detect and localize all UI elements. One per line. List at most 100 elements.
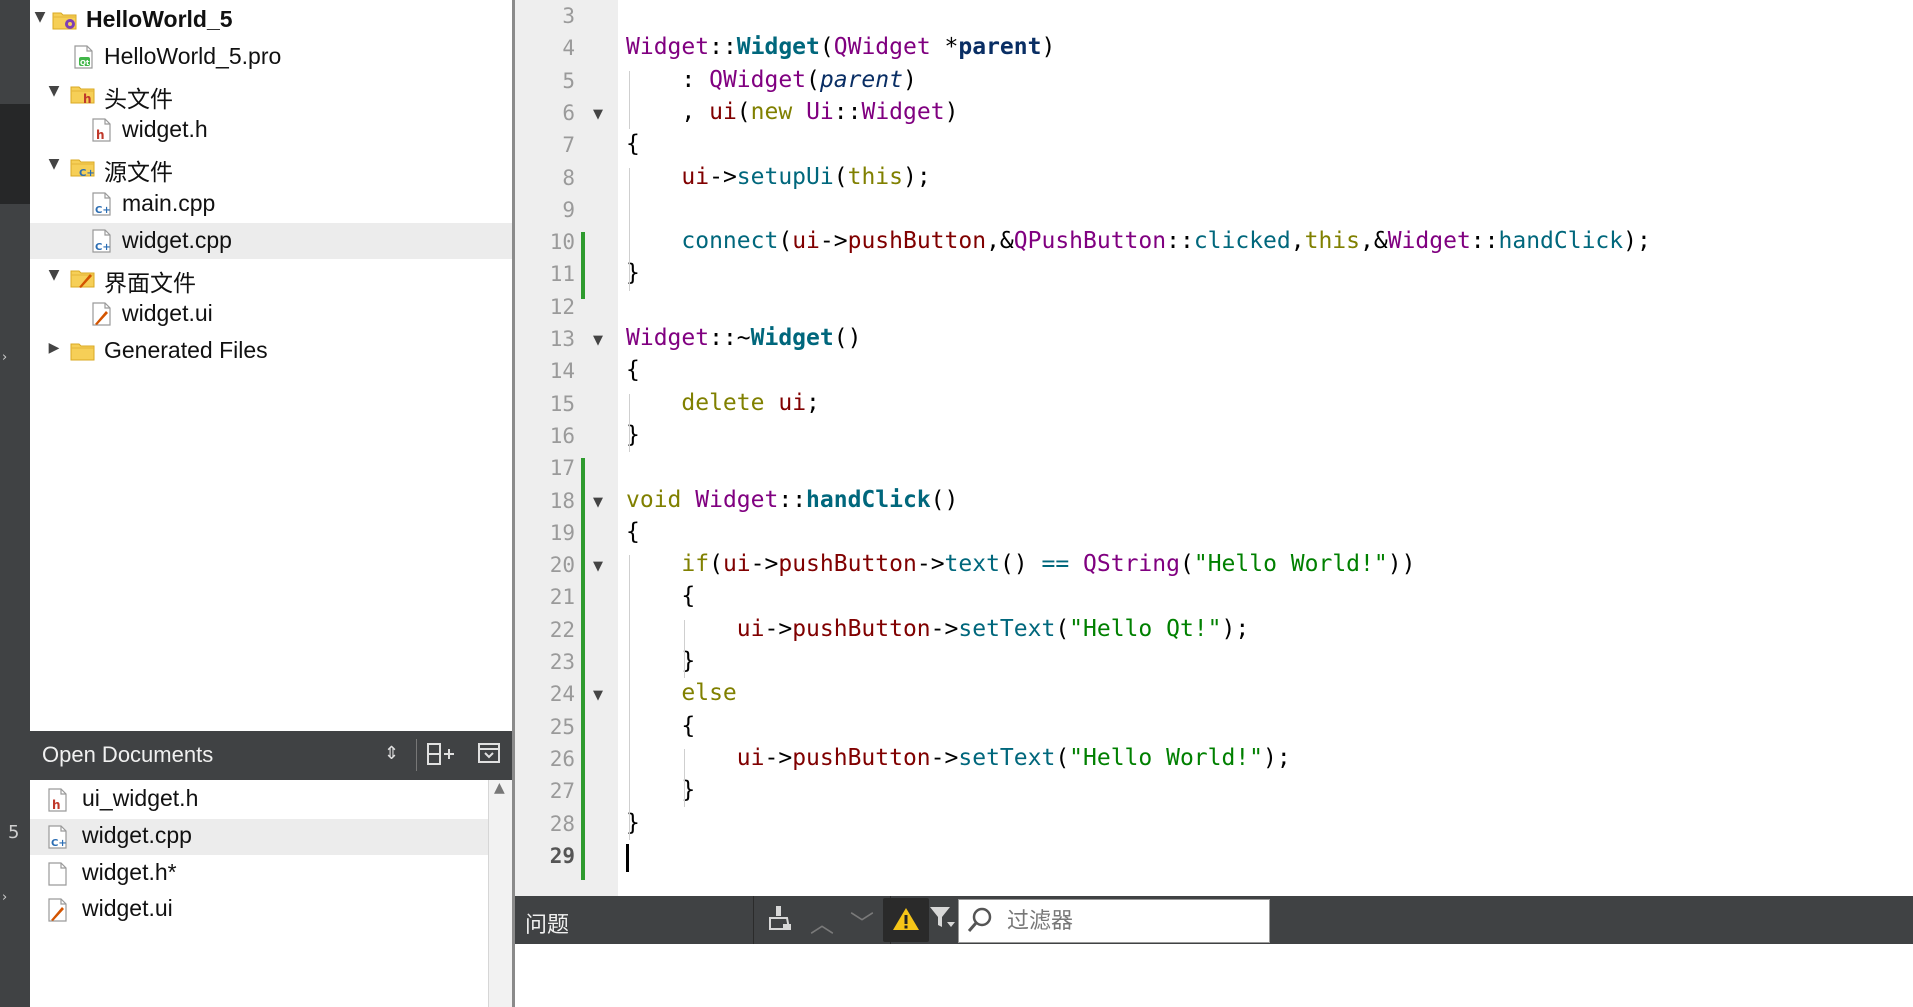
previous-icon[interactable]: ︿ bbox=[810, 904, 834, 939]
line-number: 9 bbox=[562, 197, 575, 222]
code-line[interactable]: : QWidget(parent) bbox=[626, 67, 916, 93]
collapse-arrow-icon[interactable]: ▼ bbox=[46, 83, 62, 99]
open-document-label: widget.cpp bbox=[82, 821, 192, 848]
code-line[interactable]: { bbox=[626, 519, 640, 545]
line-number: 24 bbox=[549, 682, 575, 707]
tree-item[interactable]: ▼ h 头文件 bbox=[30, 76, 512, 112]
collapse-arrow-icon[interactable]: ▼ bbox=[46, 156, 62, 172]
open-document-item[interactable]: widget.h* bbox=[30, 856, 488, 892]
open-documents-scrollbar[interactable]: ▲ bbox=[488, 780, 513, 1007]
filter-input[interactable] bbox=[1005, 906, 1259, 936]
mode-bar: › 5 › bbox=[0, 0, 30, 1007]
code-line[interactable]: void Widget::handClick() bbox=[626, 487, 958, 513]
code-token: ,& bbox=[986, 228, 1014, 255]
code-token: pushButton bbox=[792, 744, 931, 771]
fold-marker-icon[interactable]: ▼ bbox=[593, 688, 603, 703]
code-line[interactable]: { bbox=[626, 583, 695, 609]
tree-item[interactable]: ▼ 界面文件 bbox=[30, 260, 512, 296]
fold-marker-icon[interactable]: ▼ bbox=[593, 495, 603, 510]
code-line[interactable]: Widget::~Widget() bbox=[626, 325, 861, 351]
fold-marker-icon[interactable]: ▼ bbox=[593, 333, 603, 348]
line-number: 29 bbox=[549, 843, 575, 868]
open-document-label: ui_widget.h bbox=[82, 785, 199, 811]
code-line[interactable]: ui->pushButton->setText("Hello World!"); bbox=[626, 745, 1291, 771]
tree-item[interactable]: ▶ Generated Files bbox=[30, 333, 512, 369]
code-token: -> bbox=[764, 744, 793, 771]
split-add-icon[interactable] bbox=[426, 741, 456, 773]
code-token: ); bbox=[1263, 744, 1291, 771]
change-marker bbox=[581, 458, 585, 881]
open-document-item[interactable]: C+ widget.cpp bbox=[30, 818, 488, 855]
collapse-arrow-icon[interactable]: ▼ bbox=[32, 9, 48, 25]
ui-file-icon bbox=[44, 897, 70, 923]
code-token: setText bbox=[958, 615, 1056, 642]
svg-text:C+: C+ bbox=[51, 838, 67, 849]
svg-text:C+: C+ bbox=[79, 168, 95, 179]
code-line[interactable]: , ui(new Ui::Widget) bbox=[626, 99, 958, 125]
code-token: ( bbox=[778, 228, 793, 255]
indent-guide bbox=[683, 619, 685, 679]
close-panel-icon[interactable] bbox=[477, 741, 501, 771]
filter-icon[interactable] bbox=[928, 904, 956, 936]
line-number: 16 bbox=[549, 423, 575, 448]
tree-item[interactable]: widget.ui bbox=[30, 296, 512, 332]
header-file-icon: h bbox=[88, 117, 114, 143]
indent-guide bbox=[628, 70, 630, 130]
scroll-up-icon[interactable]: ▲ bbox=[494, 780, 505, 796]
code-line[interactable]: { bbox=[626, 357, 640, 383]
code-token: * bbox=[930, 34, 959, 61]
code-token: ) bbox=[1041, 34, 1056, 61]
code-token: :: bbox=[833, 98, 862, 125]
code-token: ; bbox=[806, 389, 820, 416]
sort-updown-icon[interactable]: ⇕ bbox=[384, 743, 399, 764]
tree-item[interactable]: C+ main.cpp bbox=[30, 186, 512, 222]
expand-arrow-icon[interactable]: › bbox=[2, 350, 7, 365]
collapse-arrow-icon[interactable]: ▼ bbox=[46, 267, 62, 283]
tree-item[interactable]: C+ widget.cpp bbox=[30, 222, 512, 259]
tree-item[interactable]: Qt HelloWorld_5.pro bbox=[30, 39, 512, 75]
code-token: == bbox=[1041, 551, 1070, 578]
code-line[interactable]: delete ui; bbox=[626, 390, 820, 416]
code-line[interactable]: Widget::Widget(QWidget *parent) bbox=[626, 34, 1055, 60]
clear-icon[interactable] bbox=[767, 904, 793, 938]
code-token: connect bbox=[681, 228, 779, 255]
code-line[interactable]: { bbox=[626, 713, 695, 739]
code-editor[interactable]: 3 4 5 6 ▼ 7 8 9 10 11 12 13 ▼ 14 15 16 17 18 ▼ 19 20 ▼ 21 22 23 2… bbox=[515, 0, 1913, 896]
open-document-item[interactable]: h ui_widget.h bbox=[30, 782, 488, 818]
open-document-item[interactable]: widget.ui bbox=[30, 892, 488, 928]
tree-item[interactable]: ▼ HelloWorld_5 bbox=[30, 2, 512, 38]
next-icon[interactable]: ﹀ bbox=[850, 904, 874, 939]
qt-pro-file-icon: Qt bbox=[70, 44, 96, 70]
expand-arrow-icon[interactable]: ▶ bbox=[46, 340, 62, 356]
code-line[interactable]: connect(ui->pushButton,&QPushButton::cli… bbox=[626, 228, 1650, 255]
code-line[interactable]: else bbox=[626, 680, 736, 706]
expand-arrow-icon[interactable]: › bbox=[2, 890, 7, 905]
code-token: ( bbox=[709, 551, 723, 578]
indent-guide bbox=[628, 555, 630, 840]
fold-marker-icon[interactable]: ▼ bbox=[593, 107, 603, 122]
code-token: () bbox=[999, 551, 1042, 578]
issues-toolbar: 问题 ︿ ﹀ bbox=[515, 896, 1913, 944]
tree-item[interactable]: ▼ C+ 源文件 bbox=[30, 149, 512, 185]
code-token: :: bbox=[1166, 228, 1194, 255]
tree-item-label: Generated Files bbox=[104, 337, 268, 364]
issues-title: 问题 bbox=[525, 913, 570, 938]
filter-box[interactable] bbox=[958, 899, 1270, 943]
open-document-label: widget.h* bbox=[82, 858, 177, 885]
code-line[interactable]: if(ui->pushButton->text() == QString("He… bbox=[626, 551, 1415, 577]
code-line[interactable]: { bbox=[626, 131, 640, 157]
code-token: { bbox=[626, 583, 696, 610]
code-token: ( bbox=[736, 98, 751, 125]
line-number: 25 bbox=[549, 714, 575, 739]
line-number: 14 bbox=[549, 359, 575, 384]
code-token: Widget bbox=[750, 325, 834, 351]
tree-item[interactable]: h widget.h bbox=[30, 112, 512, 148]
code-token: QString bbox=[1083, 551, 1180, 578]
fold-marker-icon[interactable]: ▼ bbox=[593, 559, 603, 574]
tree-item-label: 头文件 bbox=[104, 85, 173, 112]
warning-filter-button[interactable] bbox=[883, 898, 929, 942]
code-line[interactable]: ui->pushButton->setText("Hello Qt!"); bbox=[626, 616, 1249, 642]
code-token: if bbox=[681, 551, 710, 578]
code-line[interactable]: ui->setupUi(this); bbox=[626, 164, 930, 190]
